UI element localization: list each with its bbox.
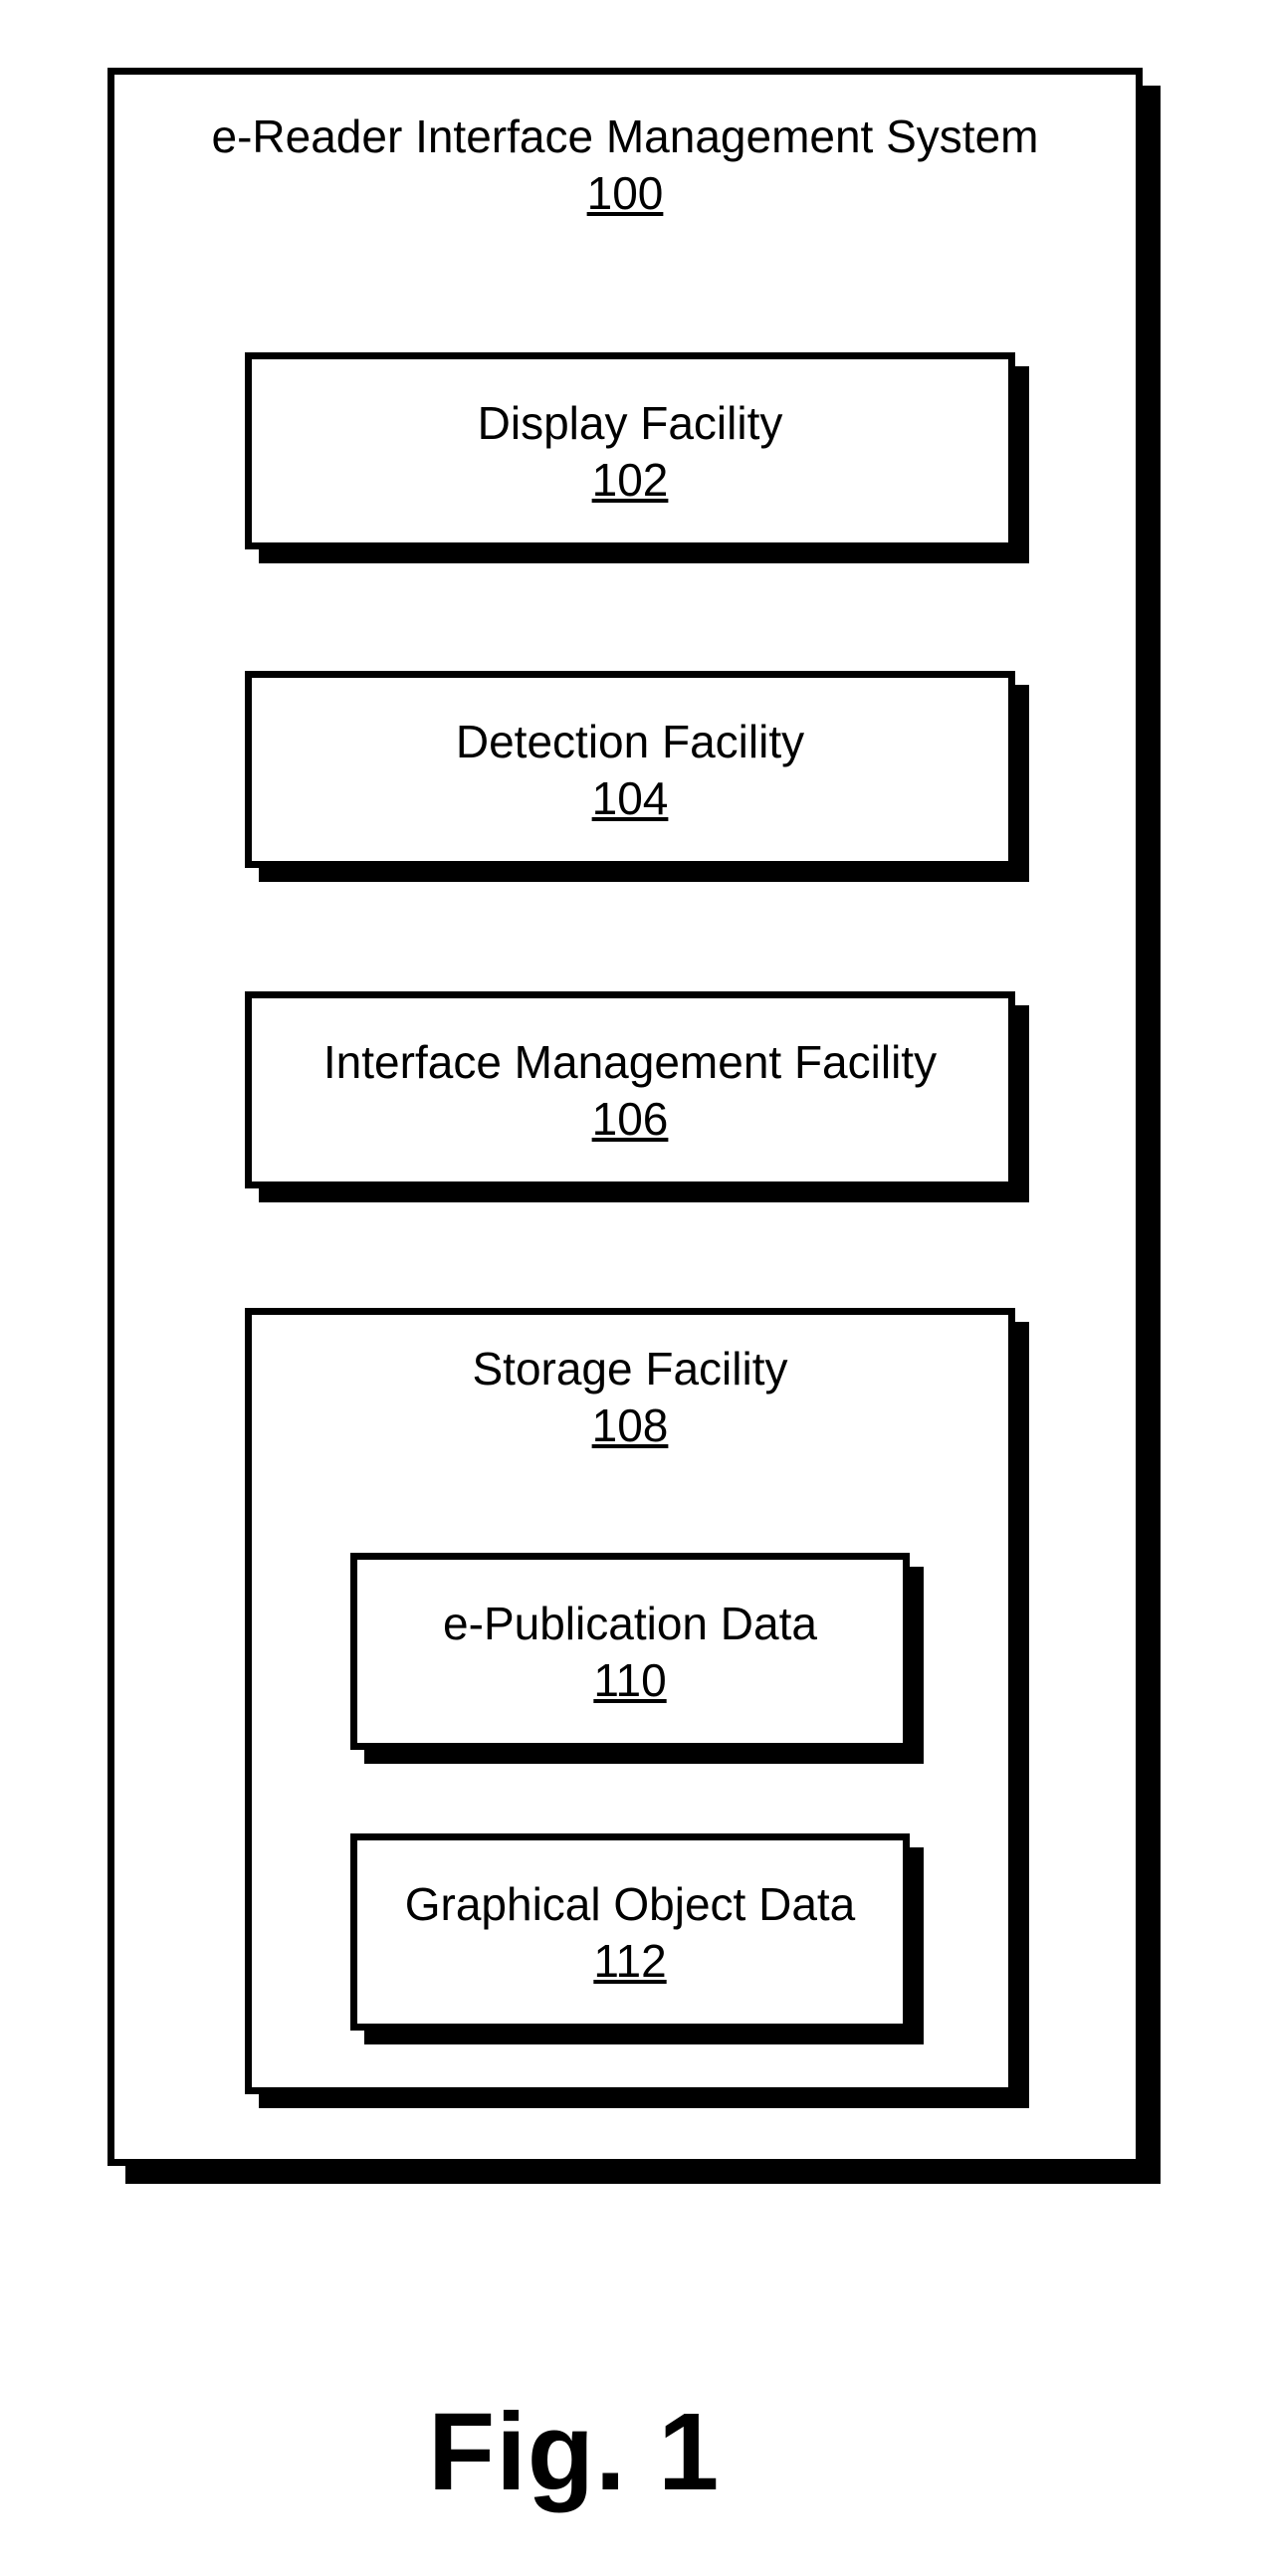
block-display-ref: 102 <box>252 453 1008 507</box>
block-storage-ref: 108 <box>252 1398 1008 1452</box>
block-ifmgmt: Interface Management Facility 106 <box>245 991 1029 1202</box>
block-ifmgmt-ref: 106 <box>252 1092 1008 1146</box>
block-gobj-ref: 112 <box>357 1934 903 1988</box>
block-display-title: Display Facility <box>252 395 1008 453</box>
block-epub-ref: 110 <box>357 1653 903 1707</box>
figure-stage: e-Reader Interface Management System 100… <box>0 0 1274 2576</box>
block-ifmgmt-title: Interface Management Facility <box>252 1034 1008 1092</box>
block-detection: Detection Facility 104 <box>245 671 1029 882</box>
block-epub: e-Publication Data 110 <box>350 1553 924 1764</box>
block-epub-title: e-Publication Data <box>357 1596 903 1653</box>
block-detection-ref: 104 <box>252 771 1008 825</box>
block-display: Display Facility 102 <box>245 352 1029 563</box>
block-gobj-title: Graphical Object Data <box>357 1876 903 1934</box>
figure-caption: Fig. 1 <box>428 2389 720 2515</box>
block-gobj: Graphical Object Data 112 <box>350 1833 924 2044</box>
system-ref: 100 <box>114 166 1136 220</box>
block-detection-title: Detection Facility <box>252 714 1008 771</box>
block-storage-title: Storage Facility <box>252 1341 1008 1398</box>
system-title: e-Reader Interface Management System <box>114 108 1136 166</box>
